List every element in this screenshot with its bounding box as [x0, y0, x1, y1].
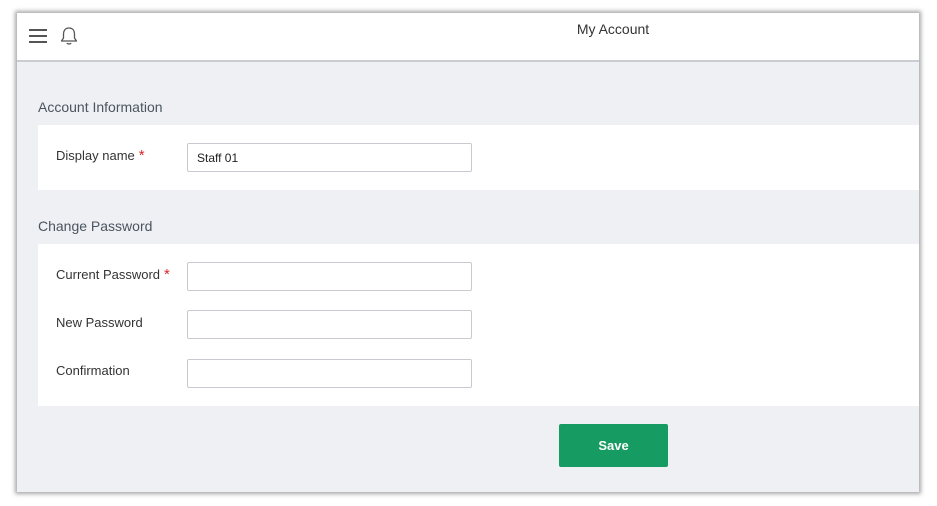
- required-asterisk: *: [138, 147, 145, 164]
- confirmation-label: Confirmation: [56, 363, 130, 378]
- new-password-label: New Password: [56, 315, 143, 330]
- display-name-label-text: Display name: [56, 148, 135, 163]
- display-name-input[interactable]: [187, 143, 472, 172]
- save-button[interactable]: Save: [559, 424, 668, 467]
- top-bar: My Account: [17, 13, 919, 62]
- confirmation-input[interactable]: [187, 359, 472, 388]
- current-password-label: Current Password *: [56, 266, 170, 283]
- change-password-heading: Change Password: [38, 218, 153, 234]
- page-title: My Account: [576, 21, 650, 37]
- account-information-card: Display name *: [38, 125, 919, 190]
- display-name-label: Display name *: [56, 147, 145, 164]
- app-window: My Account Account Information Display n…: [17, 13, 919, 492]
- change-password-card: Current Password * New Password Confirmat…: [38, 244, 919, 406]
- account-information-heading: Account Information: [38, 99, 163, 115]
- new-password-input[interactable]: [187, 310, 472, 339]
- current-password-label-text: Current Password: [56, 267, 161, 282]
- current-password-input[interactable]: [187, 262, 472, 291]
- required-asterisk: *: [164, 266, 170, 283]
